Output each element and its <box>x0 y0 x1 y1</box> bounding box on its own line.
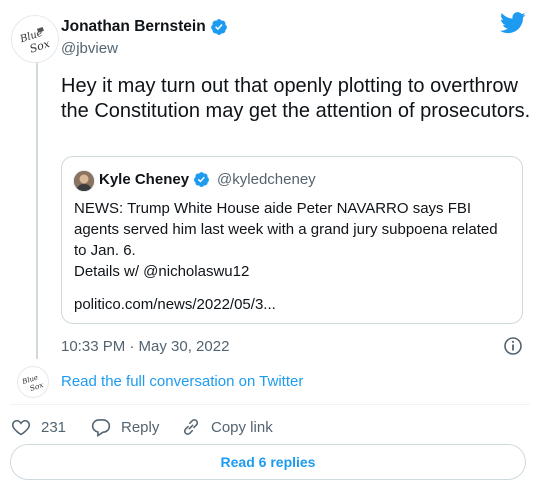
reply-action[interactable]: Reply <box>91 417 159 437</box>
verified-badge-icon <box>194 172 209 187</box>
quote-author-avatar[interactable] <box>73 170 95 192</box>
twitter-bird-icon[interactable] <box>500 12 526 34</box>
conversation-avatar[interactable]: Blue Sox <box>17 366 49 398</box>
read-replies-button[interactable]: Read 6 replies <box>10 444 526 480</box>
author-name[interactable]: Jonathan Bernstein <box>61 18 206 36</box>
quote-text-news: NEWS: Trump White House aide Peter NAVAR… <box>74 200 498 259</box>
quote-author-handle[interactable]: @kyledcheney <box>217 171 316 188</box>
person-photo-icon <box>74 171 94 191</box>
info-icon[interactable] <box>503 336 523 356</box>
link-icon <box>183 419 199 435</box>
copy-link-action[interactable]: Copy link <box>181 417 273 437</box>
verified-badge-icon <box>210 19 227 35</box>
author-handle[interactable]: @jbview <box>61 40 118 57</box>
quote-text-link[interactable]: politico.com/news/2022/05/3... <box>74 294 276 315</box>
like-count: 231 <box>41 418 67 436</box>
copy-link-label: Copy link <box>211 418 273 436</box>
divider <box>10 404 530 405</box>
thread-connector-line <box>36 62 38 359</box>
read-replies-label: Read 6 replies <box>220 454 316 470</box>
quote-author-name[interactable]: Kyle Cheney <box>99 171 189 188</box>
tweet-timestamp[interactable]: 10:33 PM · May 30, 2022 <box>61 338 229 355</box>
quoted-tweet-card[interactable]: Kyle Cheney @kyledcheney NEWS: Trump Whi… <box>61 156 523 324</box>
author-avatar[interactable]: Blue Sox <box>11 15 59 63</box>
quote-text-details: Details w/ @nicholaswu12 <box>74 263 250 280</box>
read-full-conversation-link[interactable]: Read the full conversation on Twitter <box>61 373 303 390</box>
tweet-text: Hey it may turn out that openly plotting… <box>61 75 531 122</box>
like-action[interactable]: 231 <box>11 417 66 437</box>
reply-icon <box>91 419 111 437</box>
reply-label: Reply <box>121 418 160 436</box>
heart-icon <box>11 419 31 436</box>
blue-sox-logo-icon: Blue Sox <box>20 373 45 393</box>
blue-sox-logo-icon: Blue Sox <box>18 27 52 56</box>
